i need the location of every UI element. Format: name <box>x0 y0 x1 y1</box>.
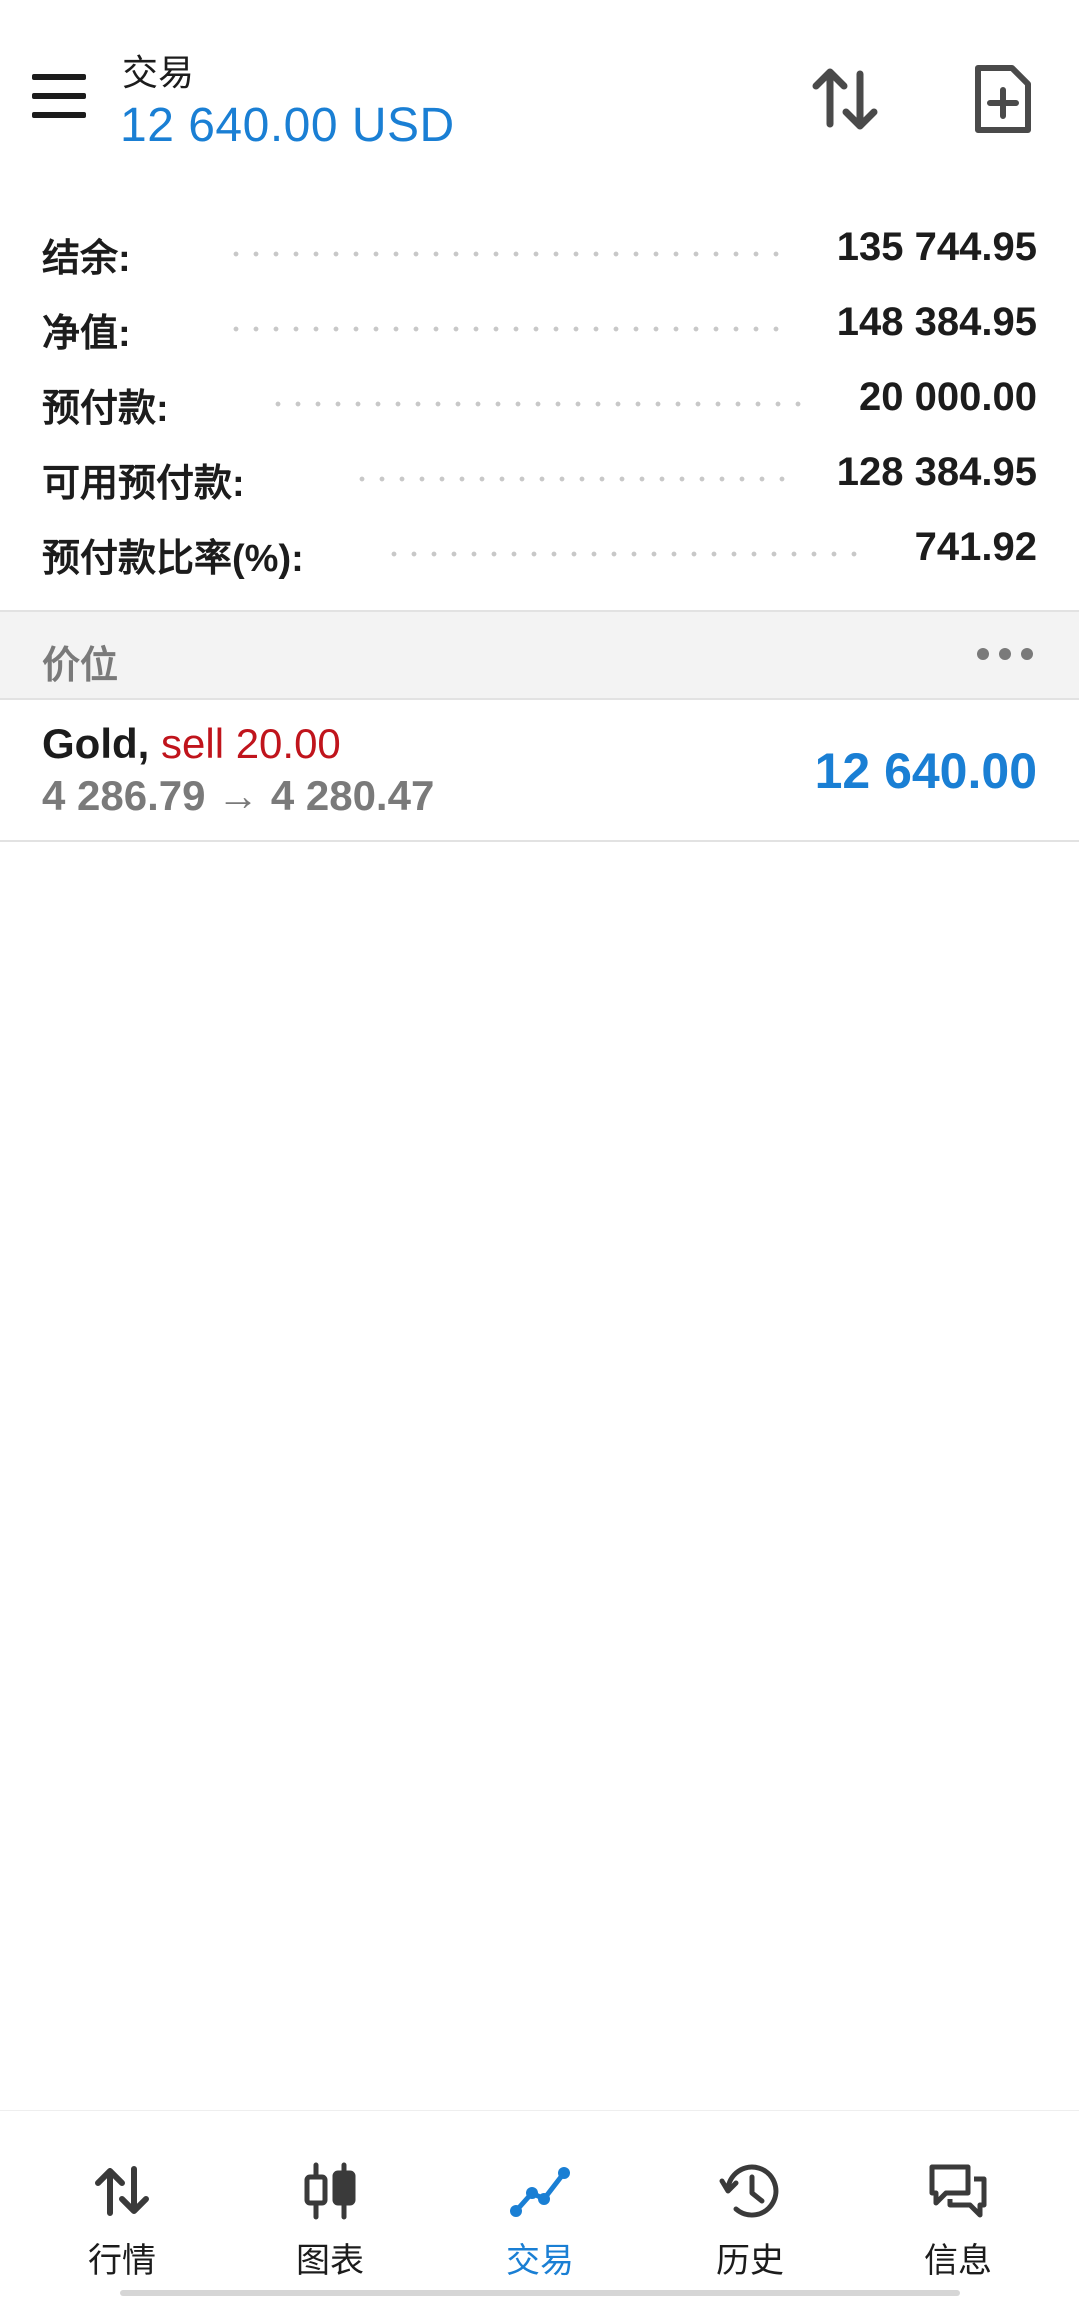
sort-arrows-icon[interactable] <box>808 62 882 136</box>
page-title: 交易 <box>122 52 195 93</box>
balance-label: 结余: <box>42 238 131 280</box>
nav-item-trade[interactable]: 交易 <box>432 2111 648 2303</box>
nav-item-quotes[interactable]: 行情 <box>14 2111 230 2303</box>
position-symbol: Gold, <box>42 720 150 767</box>
gesture-bar <box>120 2290 960 2296</box>
messages-chat-icon <box>926 2159 990 2223</box>
history-clock-icon <box>718 2159 782 2223</box>
summary-row-margin: 预付款: 20 000.00 <box>0 365 1079 440</box>
leader-dots <box>226 326 786 332</box>
nav-label: 信息 <box>924 2242 992 2280</box>
summary-row-balance: 结余: 135 744.95 <box>0 215 1079 290</box>
candlestick-chart-icon <box>298 2159 362 2223</box>
position-prices: 4 286.79 → 4 280.47 <box>42 772 435 819</box>
section-title: 价位 <box>42 645 119 687</box>
margin-level-label: 预付款比率(%): <box>42 538 304 580</box>
trade-line-icon <box>508 2159 572 2223</box>
nav-item-messages[interactable]: 信息 <box>850 2111 1066 2303</box>
leader-dots <box>352 476 792 482</box>
account-summary: 结余: 135 744.95 净值: 148 384.95 预付款: 20 00… <box>0 215 1079 590</box>
equity-value: 148 384.95 <box>836 300 1037 344</box>
leader-dots <box>226 251 786 257</box>
margin-label: 预付款: <box>42 388 169 430</box>
leader-dots <box>384 551 864 557</box>
margin-value: 20 000.00 <box>859 375 1037 419</box>
positions-section-header: 价位 <box>0 610 1079 700</box>
nav-label: 历史 <box>716 2242 784 2280</box>
top-app-bar: 交易 12 640.00 USD <box>0 0 1079 185</box>
margin-level-value: 741.92 <box>914 525 1037 569</box>
nav-item-history[interactable]: 历史 <box>642 2111 858 2303</box>
summary-row-margin-level: 预付款比率(%): 741.92 <box>0 515 1079 590</box>
position-title: Gold, sell 20.00 <box>42 720 341 768</box>
nav-label: 图表 <box>296 2242 364 2280</box>
position-profit: 12 640.00 <box>814 743 1037 799</box>
equity-label: 净值: <box>42 313 131 355</box>
summary-row-equity: 净值: 148 384.95 <box>0 290 1079 365</box>
summary-row-free-margin: 可用预付款: 128 384.95 <box>0 440 1079 515</box>
position-side-volume: sell 20.00 <box>161 720 341 767</box>
hamburger-menu-icon[interactable] <box>32 74 86 118</box>
quotes-arrows-icon <box>90 2159 154 2223</box>
floating-profit-total: 12 640.00 USD <box>120 99 455 152</box>
leader-dots <box>268 401 808 407</box>
free-margin-value: 128 384.95 <box>836 450 1037 494</box>
more-options-icon[interactable] <box>977 642 1037 666</box>
free-margin-label: 可用预付款: <box>42 463 245 505</box>
balance-value: 135 744.95 <box>836 225 1037 269</box>
new-order-document-icon[interactable] <box>966 62 1040 136</box>
bottom-navigation: 行情 图表 交易 历史 信息 <box>0 2110 1079 2303</box>
nav-label: 交易 <box>506 2242 574 2280</box>
nav-label: 行情 <box>88 2242 156 2280</box>
position-row[interactable]: Gold, sell 20.00 4 286.79 → 4 280.47 12 … <box>0 700 1079 842</box>
nav-item-charts[interactable]: 图表 <box>222 2111 438 2303</box>
